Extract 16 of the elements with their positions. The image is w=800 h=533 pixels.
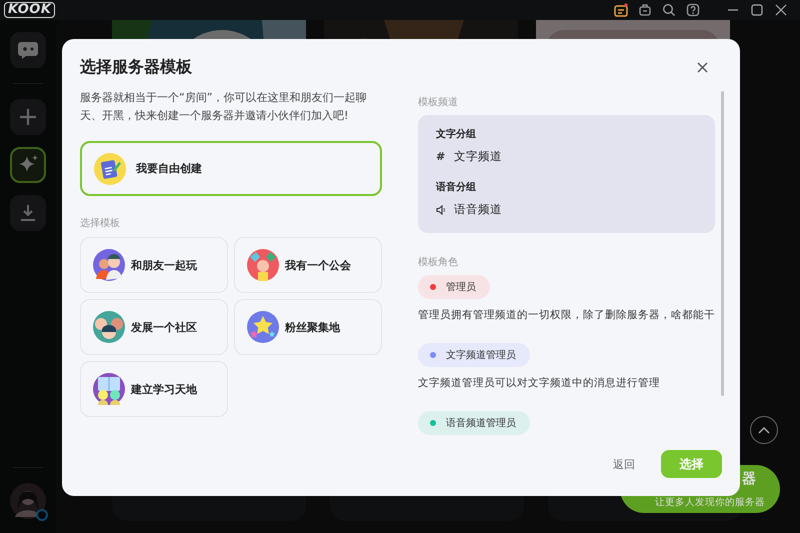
role-tag: 管理员 bbox=[418, 275, 490, 299]
hash-icon: # bbox=[436, 150, 446, 163]
role-description: 管理员拥有管理频道的一切权限，除了删除服务器，啥都能干 bbox=[418, 308, 715, 322]
dialog-title: 选择服务器模板 bbox=[80, 56, 192, 78]
section-label: 选择模板 bbox=[80, 216, 121, 230]
role-tag: 文字频道管理员 bbox=[418, 343, 530, 367]
section-label: 模板角色 bbox=[418, 256, 458, 269]
channel-group-name: 文字分组 bbox=[436, 127, 477, 141]
app-logo: KOOK bbox=[4, 2, 56, 18]
channel-name: 语音频道 bbox=[454, 202, 502, 217]
channel-group-name: 语音分组 bbox=[436, 180, 477, 194]
dialog-description: 服务器就相当于一个“房间”，你可以在这里和朋友们一起聊天、开黑，快来创建一个服务器并邀请小伙伴们加入吧! bbox=[80, 90, 368, 124]
channel-name: 文字频道 bbox=[454, 149, 502, 164]
role-tag: 语音频道管理员 bbox=[418, 411, 530, 435]
section-label: 模板频道 bbox=[418, 96, 458, 109]
role-description: 文字频道管理员可以对文字频道中的消息进行管理 bbox=[418, 376, 660, 390]
